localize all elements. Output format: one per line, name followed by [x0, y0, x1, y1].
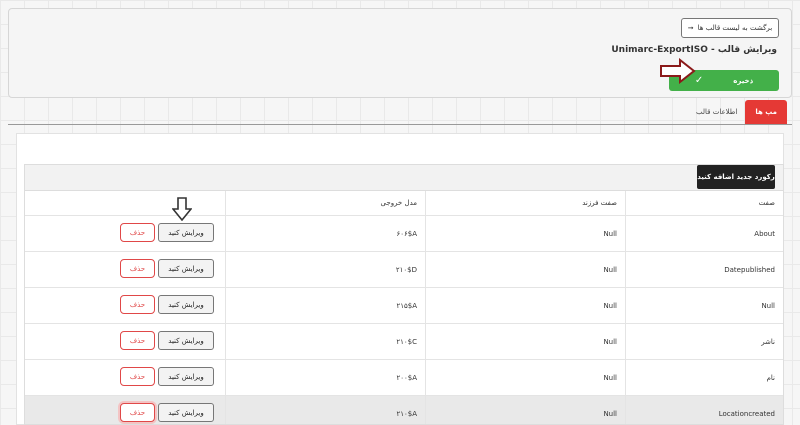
property-cell: ناشر	[625, 324, 783, 359]
tab-template-info[interactable]: اطلاعات قالب	[688, 100, 745, 124]
output-header-label: مدل خروجی	[380, 199, 417, 207]
tab-bar: مپ ها اطلاعات قالب	[688, 100, 792, 124]
property-cell: Null	[625, 288, 783, 323]
actions-cell: ویرایش کنید حذف	[25, 324, 225, 359]
edit-button[interactable]: ویرایش کنید	[158, 367, 214, 386]
child-value: Null	[603, 337, 617, 346]
delete-button[interactable]: حذف	[120, 295, 155, 314]
child-value: Null	[603, 265, 617, 274]
maps-table: رکورد جدید اضافه کنید مدل خروجی صفت فرزن…	[24, 164, 784, 425]
property-header-label: صفت	[758, 199, 775, 207]
child-value: Null	[603, 409, 617, 418]
annotation-arrow-right-icon	[660, 58, 696, 84]
actions-header	[25, 191, 225, 215]
child-cell: Null	[425, 360, 625, 395]
child-property-header: صفت فرزند	[425, 191, 625, 215]
property-cell: Locationcreated	[625, 396, 783, 424]
tab-divider	[8, 124, 792, 125]
output-cell: ۲۱۰$D	[225, 252, 425, 287]
output-value: ۲۱۰$A	[396, 409, 417, 418]
actions-cell: ویرایش کنید حذف	[25, 396, 225, 424]
edit-button[interactable]: ویرایش کنید	[158, 403, 214, 422]
property-header: صفت	[625, 191, 783, 215]
output-cell: ۲۱۵$A	[225, 288, 425, 323]
child-cell: Null	[425, 288, 625, 323]
property-value: نام	[766, 373, 775, 382]
template-header-panel: برگشت به لیست قالب ها ➞ ویرایش قالب - Un…	[8, 8, 792, 98]
child-header-label: صفت فرزند	[582, 199, 617, 207]
table-toolbar: رکورد جدید اضافه کنید	[25, 165, 783, 191]
tab-maps[interactable]: مپ ها	[745, 100, 787, 124]
actions-cell: ویرایش کنید حذف	[25, 288, 225, 323]
table-row: ویرایش کنید حذف ۲۱۵$A Null Null	[25, 288, 783, 324]
table-row: ویرایش کنید حذف ۲۰۰$A Null نام	[25, 360, 783, 396]
output-value: ۲۰۰$A	[396, 373, 417, 382]
actions-cell: ویرایش کنید حذف	[25, 360, 225, 395]
output-cell: ۶۰۶$A	[225, 216, 425, 251]
child-value: Null	[603, 229, 617, 238]
save-button-label: ذخیره	[733, 76, 754, 85]
table-row: ویرایش کنید حذف ۲۱۰$A Null Locationcreat…	[25, 396, 783, 424]
property-value: About	[754, 229, 775, 238]
edit-button[interactable]: ویرایش کنید	[158, 331, 214, 350]
property-value: Null	[761, 301, 775, 310]
property-cell: About	[625, 216, 783, 251]
output-cell: ۲۱۰$A	[225, 396, 425, 424]
add-record-button[interactable]: رکورد جدید اضافه کنید	[697, 165, 775, 189]
child-cell: Null	[425, 324, 625, 359]
child-cell: Null	[425, 396, 625, 424]
output-cell: ۲۰۰$A	[225, 360, 425, 395]
edit-button[interactable]: ویرایش کنید	[158, 295, 214, 314]
actions-cell: ویرایش کنید حذف	[25, 216, 225, 251]
output-value: ۲۱۰$C	[396, 337, 417, 346]
actions-cell: ویرایش کنید حذف	[25, 252, 225, 287]
page-title: ویرایش قالب - Unimarc-ExportISO	[611, 45, 777, 55]
arrow-right-icon: ➞	[687, 24, 694, 32]
edit-button[interactable]: ویرایش کنید	[158, 259, 214, 278]
child-value: Null	[603, 301, 617, 310]
output-value: ۲۱۵$A	[396, 301, 417, 310]
delete-button[interactable]: حذف	[120, 367, 155, 386]
output-model-header: مدل خروجی	[225, 191, 425, 215]
table-row: ویرایش کنید حذف ۲۱۰$D Null Datepublished	[25, 252, 783, 288]
delete-button[interactable]: حذف	[120, 403, 155, 422]
check-icon: ✓	[694, 75, 704, 86]
output-value: ۶۰۶$A	[396, 229, 417, 238]
back-button-label: برگشت به لیست قالب ها	[697, 24, 773, 32]
output-value: ۲۱۰$D	[395, 265, 417, 274]
edit-button[interactable]: ویرایش کنید	[158, 223, 214, 242]
delete-button[interactable]: حذف	[120, 259, 155, 278]
property-value: ناشر	[761, 337, 775, 346]
back-to-templates-button[interactable]: برگشت به لیست قالب ها ➞	[681, 18, 779, 38]
table-header-row: مدل خروجی صفت فرزند صفت	[25, 191, 783, 216]
property-value: Datepublished	[724, 265, 775, 274]
property-value: Locationcreated	[718, 409, 775, 418]
table-row: ویرایش کنید حذف ۶۰۶$A Null About	[25, 216, 783, 252]
property-cell: Datepublished	[625, 252, 783, 287]
property-cell: نام	[625, 360, 783, 395]
child-cell: Null	[425, 216, 625, 251]
child-value: Null	[603, 373, 617, 382]
table-row: ویرایش کنید حذف ۲۱۰$C Null ناشر	[25, 324, 783, 360]
child-cell: Null	[425, 252, 625, 287]
annotation-arrow-down-icon	[172, 197, 192, 221]
delete-button[interactable]: حذف	[120, 223, 155, 242]
output-cell: ۲۱۰$C	[225, 324, 425, 359]
delete-button[interactable]: حذف	[120, 331, 155, 350]
